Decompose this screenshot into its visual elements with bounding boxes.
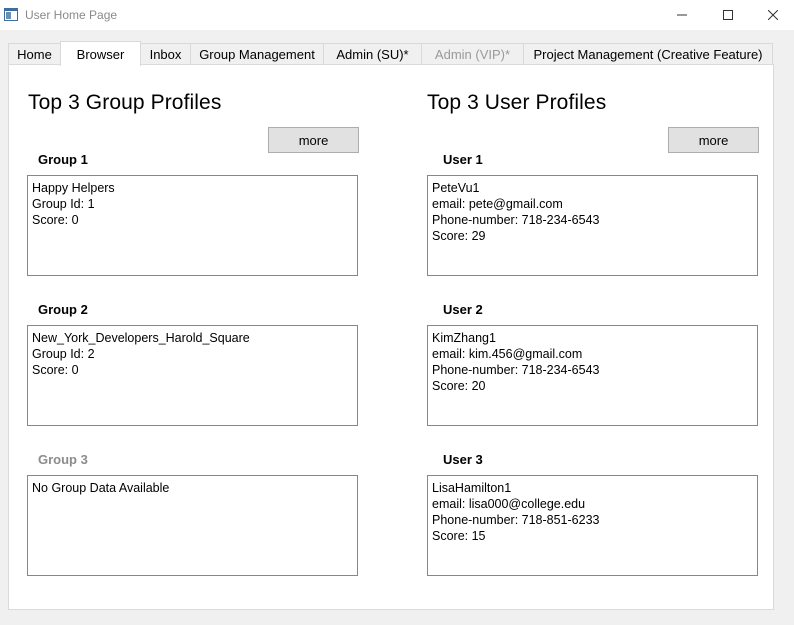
maximize-icon bbox=[723, 10, 733, 20]
user-2-phone: Phone-number: 718-234-6543 bbox=[432, 363, 600, 377]
users-section-title: Top 3 User Profiles bbox=[427, 91, 607, 114]
group-2-info-box[interactable]: New_York_Developers_Harold_Square Group … bbox=[27, 325, 358, 426]
close-button[interactable] bbox=[750, 0, 794, 30]
maximize-button[interactable] bbox=[705, 0, 751, 30]
user-1-info-box[interactable]: PeteVu1 email: pete@gmail.com Phone-numb… bbox=[427, 175, 758, 276]
group-3-label: Group 3 bbox=[38, 452, 88, 467]
groups-section-title: Top 3 Group Profiles bbox=[28, 91, 222, 114]
minimize-icon bbox=[677, 14, 687, 16]
user-2-label: User 2 bbox=[443, 302, 483, 317]
group-1-score: Score: 0 bbox=[32, 213, 79, 227]
group-1-id: Group Id: 1 bbox=[32, 197, 95, 211]
user-2-username: KimZhang1 bbox=[432, 331, 496, 345]
user-1-username: PeteVu1 bbox=[432, 181, 480, 195]
group-2-score: Score: 0 bbox=[32, 363, 79, 377]
title-bar: User Home Page bbox=[0, 0, 794, 30]
user-2-info-box[interactable]: KimZhang1 email: kim.456@gmail.com Phone… bbox=[427, 325, 758, 426]
group-3-info-box[interactable]: No Group Data Available bbox=[27, 475, 358, 576]
group-2-name: New_York_Developers_Harold_Square bbox=[32, 331, 250, 345]
group-2-label: Group 2 bbox=[38, 302, 88, 317]
user-3-info-box[interactable]: LisaHamilton1 email: lisa000@college.edu… bbox=[427, 475, 758, 576]
user-1-score: Score: 29 bbox=[432, 229, 486, 243]
tab-admin-su[interactable]: Admin (SU)* bbox=[323, 43, 422, 65]
group-1-label: Group 1 bbox=[38, 152, 88, 167]
user-2-email: email: kim.456@gmail.com bbox=[432, 347, 583, 361]
group-3-empty-message: No Group Data Available bbox=[32, 481, 170, 495]
window-title: User Home Page bbox=[25, 8, 118, 22]
group-1-name: Happy Helpers bbox=[32, 181, 115, 195]
tab-inbox[interactable]: Inbox bbox=[140, 43, 191, 65]
window-app-icon bbox=[4, 8, 18, 21]
user-1-email: email: pete@gmail.com bbox=[432, 197, 563, 211]
groups-more-button[interactable]: more bbox=[268, 127, 359, 153]
tab-group-management[interactable]: Group Management bbox=[190, 43, 324, 65]
close-icon bbox=[768, 10, 778, 20]
user-3-phone: Phone-number: 718-851-6233 bbox=[432, 513, 600, 527]
user-2-score: Score: 20 bbox=[432, 379, 486, 393]
group-1-info-box[interactable]: Happy Helpers Group Id: 1 Score: 0 bbox=[27, 175, 358, 276]
user-1-label: User 1 bbox=[443, 152, 483, 167]
user-3-username: LisaHamilton1 bbox=[432, 481, 512, 495]
minimize-button[interactable] bbox=[659, 0, 705, 30]
users-more-button[interactable]: more bbox=[668, 127, 759, 153]
user-3-email: email: lisa000@college.edu bbox=[432, 497, 586, 511]
user-3-label: User 3 bbox=[443, 452, 483, 467]
tab-admin-vip[interactable]: Admin (VIP)* bbox=[421, 43, 524, 65]
tab-home[interactable]: Home bbox=[8, 43, 61, 65]
tab-project-management[interactable]: Project Management (Creative Feature) bbox=[523, 43, 773, 65]
user-3-score: Score: 15 bbox=[432, 529, 486, 543]
group-2-id: Group Id: 2 bbox=[32, 347, 95, 361]
tab-browser[interactable]: Browser bbox=[60, 41, 141, 66]
user-1-phone: Phone-number: 718-234-6543 bbox=[432, 213, 600, 227]
